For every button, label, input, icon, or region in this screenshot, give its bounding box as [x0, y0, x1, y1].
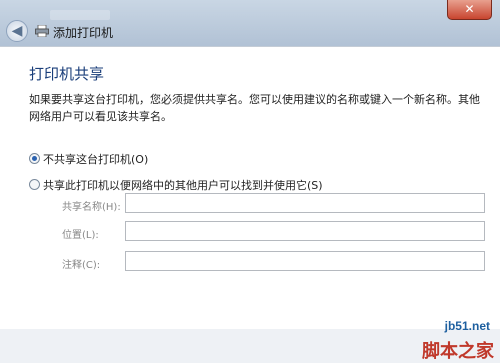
watermark-site: jb51.net [444, 319, 490, 333]
option-share-label: 共享此打印机以便网络中的其他用户可以找到并使用它(S) [43, 179, 323, 192]
wizard-content: 打印机共享 如果要共享这台打印机，您必须提供共享名。您可以使用建议的名称或键入一… [0, 46, 500, 329]
page-title: 打印机共享 [29, 65, 105, 83]
comment-label: 注释(C): [62, 260, 101, 271]
option-no-share-label: 不共享这台打印机(O) [43, 153, 149, 166]
back-button[interactable]: ◀ [6, 20, 28, 42]
watermark-brand: 脚本之家 [422, 341, 494, 362]
close-icon: ✕ [464, 2, 475, 16]
radio-no-share[interactable] [29, 153, 40, 164]
printer-icon [35, 25, 49, 37]
option-share[interactable]: 共享此打印机以便网络中的其他用户可以找到并使用它(S) [29, 177, 323, 193]
option-no-share[interactable]: 不共享这台打印机(O) [29, 151, 148, 167]
location-input[interactable] [125, 221, 485, 241]
wizard-title: 添加打印机 [53, 26, 114, 40]
close-button[interactable]: ✕ [447, 0, 492, 20]
back-arrow-icon: ◀ [11, 23, 23, 39]
share-name-label: 共享名称(H): [62, 202, 121, 213]
window-titlebar: ✕ ◀ 添加打印机 [0, 0, 500, 52]
blurred-title [50, 10, 110, 20]
page-description: 如果要共享这台打印机，您必须提供共享名。您可以使用建议的名称或键入一个新名称。其… [29, 93, 480, 123]
comment-input[interactable] [125, 251, 485, 271]
radio-share[interactable] [29, 179, 40, 190]
share-name-input[interactable] [125, 193, 485, 213]
location-label: 位置(L): [62, 230, 99, 241]
